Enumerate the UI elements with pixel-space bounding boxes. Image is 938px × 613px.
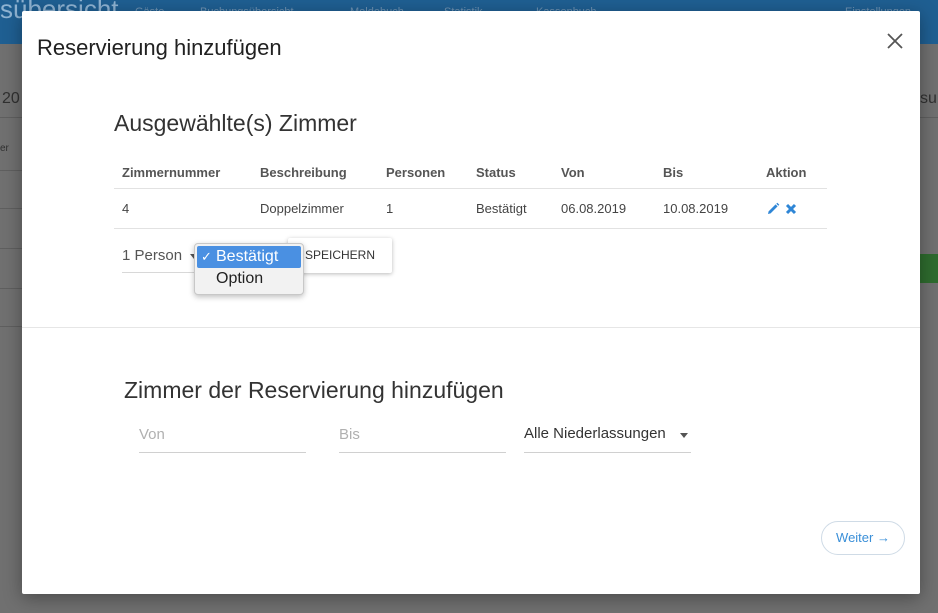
bg-text-right: su [920,90,937,107]
bg-green-button [918,254,938,283]
chevron-down-icon [680,433,688,438]
to-date-input[interactable] [339,419,506,449]
cell-room-number: 4 [114,188,252,229]
bg-divider [0,117,24,118]
from-date-input[interactable] [139,419,306,449]
cell-to: 10.08.2019 [655,188,758,229]
cell-actions [758,188,827,229]
bg-divider [0,288,24,289]
branch-select-value: Alle Niederlassungen [524,425,666,442]
col-from: Von [553,157,655,189]
bg-divider [918,117,938,118]
close-icon [887,33,903,49]
cell-from: 06.08.2019 [553,188,655,229]
col-to: Bis [655,157,758,189]
selected-rooms-table: Zimmernummer Beschreibung Personen Statu… [114,157,827,229]
from-date-field [139,419,306,453]
status-option-label: Option [216,270,264,287]
status-option-option[interactable]: Option [197,268,301,290]
col-action: Aktion [758,157,827,189]
col-description: Beschreibung [252,157,378,189]
section-divider [22,327,920,328]
cell-status: Bestätigt [468,188,553,229]
status-option-confirmed[interactable]: ✓ Bestätigt [197,246,301,268]
modal-title: Reservierung hinzufügen [37,35,282,60]
status-dropdown-menu: ✓ Bestätigt Option [194,243,304,295]
next-button[interactable]: Weiter → [821,521,905,555]
cell-persons: 1 [378,188,468,229]
table-row: 4 Doppelzimmer 1 Bestätigt 06.08.2019 10… [114,188,827,229]
bg-divider [0,208,24,209]
checkmark-icon: ✓ [201,249,212,264]
selected-rooms-title: Ausgewählte(s) Zimmer [114,110,357,136]
bg-text-left-2: er [0,143,9,154]
persons-select-value: 1 Person [122,247,183,264]
status-option-label: Bestätigt [216,248,279,265]
add-rooms-title: Zimmer der Reservierung hinzufügen [124,377,504,403]
delete-x-icon[interactable] [784,202,798,216]
reservation-modal: Reservierung hinzufügen Ausgewählte(s) Z… [22,11,920,594]
col-room-number: Zimmernummer [114,157,252,189]
bg-divider [0,326,24,327]
col-persons: Personen [378,157,468,189]
close-button[interactable] [882,28,908,54]
to-date-field [339,419,506,453]
table-header-row: Zimmernummer Beschreibung Personen Statu… [114,157,827,189]
cell-description: Doppelzimmer [252,188,378,229]
col-status: Status [468,157,553,189]
edit-pencil-icon[interactable] [766,202,780,216]
bg-divider [0,170,24,171]
bg-text-left: 20 [2,90,20,107]
branch-select[interactable]: Alle Niederlassungen [524,419,691,453]
bg-divider [0,248,24,249]
